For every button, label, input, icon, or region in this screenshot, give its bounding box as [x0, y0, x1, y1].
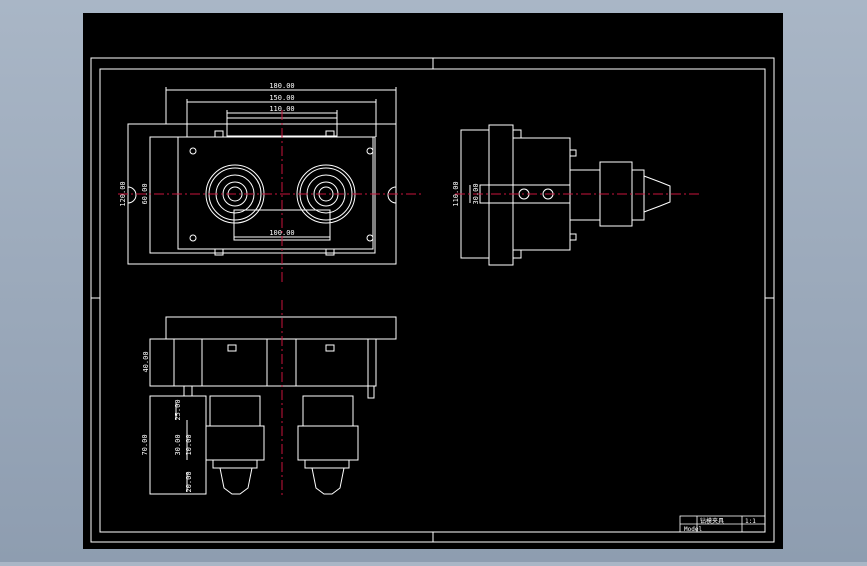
dim-top-overall-width: 180.00 [269, 82, 294, 90]
dim-top-width-3: 110.00 [269, 105, 294, 113]
cad-drawing-canvas[interactable]: 180.00 150.00 110.00 100.00 120.00 60.00… [0, 0, 867, 562]
dim-front-total-height: 70.00 [141, 434, 149, 455]
dim-side-height: 110.00 [452, 181, 460, 206]
dim-front-height-e: 20.00 [185, 471, 193, 492]
title-block-drawing-no: Model [684, 526, 702, 533]
dim-front-height-a: 40.00 [142, 351, 150, 372]
dim-side-small: 30.00 [472, 183, 480, 204]
title-block-name: 钻模夹具 [700, 517, 724, 525]
dim-front-height-d: 10.00 [185, 434, 193, 455]
dim-front-height-b: 25.00 [174, 399, 182, 420]
dim-front-height-c: 30.00 [174, 434, 182, 455]
cad-viewport: 180.00 150.00 110.00 100.00 120.00 60.00… [0, 0, 867, 562]
dim-top-left-height-2: 60.00 [141, 183, 149, 204]
drawing-background [83, 13, 783, 549]
dim-top-inner-width: 100.00 [269, 229, 294, 237]
title-block-scale: 1:1 [745, 518, 756, 525]
dim-top-left-height: 120.00 [119, 181, 127, 206]
dim-top-width-2: 150.00 [269, 94, 294, 102]
